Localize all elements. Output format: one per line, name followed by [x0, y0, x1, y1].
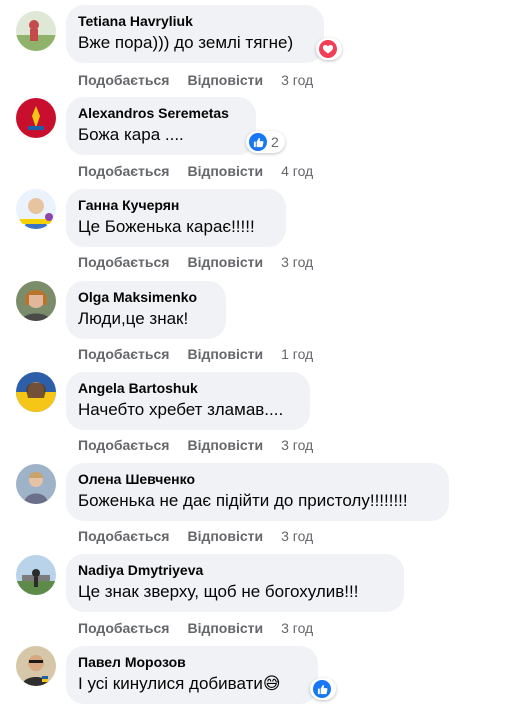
- comment-actions: Подобається Відповісти 3 год: [78, 528, 331, 544]
- timestamp[interactable]: 3 год: [281, 254, 313, 270]
- reply-button[interactable]: Відповісти: [187, 346, 263, 362]
- comment-actions: Подобається Відповісти 1 год: [78, 346, 331, 362]
- comment-bubble: Alexandros Seremetas Божа кара ....: [66, 97, 256, 155]
- like-icon: [249, 133, 267, 151]
- timestamp[interactable]: 3 год: [281, 620, 313, 636]
- comment-author[interactable]: Олена Шевченко: [78, 471, 437, 488]
- like-button[interactable]: Подобається: [78, 437, 169, 453]
- timestamp[interactable]: 1 год: [281, 346, 313, 362]
- reply-button[interactable]: Відповісти: [187, 254, 263, 270]
- reaction-badge[interactable]: [316, 38, 342, 60]
- comment-text: Божа кара ....: [78, 125, 184, 144]
- comment-bubble: Олена Шевченко Боженька не дає підійти д…: [66, 463, 449, 521]
- reply-button[interactable]: Відповісти: [187, 163, 263, 179]
- comment-text: Начебто хребет зламав....: [78, 400, 284, 419]
- comment-text: Це Боженька карає!!!!!: [78, 217, 255, 236]
- comment-author[interactable]: Angela Bartoshuk: [78, 380, 298, 397]
- reaction-badge[interactable]: 2: [246, 131, 285, 153]
- comment-actions: Подобається Відповісти 4 год: [78, 163, 331, 179]
- reply-button[interactable]: Відповісти: [187, 528, 263, 544]
- comment-text: Боженька не дає підійти до пристолу!!!!!…: [78, 491, 408, 510]
- comment-text: І усі кинулися добивати😅: [78, 673, 306, 695]
- reply-button[interactable]: Відповісти: [187, 72, 263, 88]
- comment-actions: Подобається Відповісти 3 год: [78, 254, 331, 270]
- comment-bubble: Tetiana Havryliuk Вже пора))) до землі т…: [66, 5, 324, 63]
- avatar[interactable]: [16, 646, 56, 686]
- comment-text: Це знак зверху, щоб не богохулив!!!: [78, 582, 359, 601]
- timestamp[interactable]: 4 год: [281, 163, 313, 179]
- like-button[interactable]: Подобається: [78, 163, 169, 179]
- like-icon: [313, 680, 331, 698]
- comment-author[interactable]: Alexandros Seremetas: [78, 105, 244, 122]
- comment-bubble: Angela Bartoshuk Начебто хребет зламав..…: [66, 372, 310, 430]
- comment-bubble: Ганна Кучерян Це Боженька карає!!!!!: [66, 189, 286, 247]
- comment-author[interactable]: Olga Maksimenko: [78, 289, 214, 306]
- reaction-count: 2: [271, 134, 279, 150]
- love-icon: [319, 40, 337, 58]
- comment-author[interactable]: Ганна Кучерян: [78, 197, 274, 214]
- like-button[interactable]: Подобається: [78, 528, 169, 544]
- comment-text: Люди,це знак!: [78, 309, 189, 328]
- avatar[interactable]: [16, 372, 56, 412]
- reaction-badge[interactable]: [310, 678, 336, 700]
- comment-author[interactable]: Tetiana Havryliuk: [78, 13, 312, 30]
- reply-button[interactable]: Відповісти: [187, 620, 263, 636]
- comment-bubble: Olga Maksimenko Люди,це знак!: [66, 281, 226, 339]
- reply-button[interactable]: Відповісти: [187, 437, 263, 453]
- avatar[interactable]: [16, 189, 56, 229]
- timestamp[interactable]: 3 год: [281, 528, 313, 544]
- like-button[interactable]: Подобається: [78, 346, 169, 362]
- like-button[interactable]: Подобається: [78, 620, 169, 636]
- avatar[interactable]: [16, 11, 56, 51]
- comment-author[interactable]: Павел Морозов: [78, 654, 306, 671]
- avatar[interactable]: [16, 555, 56, 595]
- comment-actions: Подобається Відповісти 3 год: [78, 72, 331, 88]
- comment-author[interactable]: Nadiya Dmytriyeva: [78, 562, 392, 579]
- like-button[interactable]: Подобається: [78, 254, 169, 270]
- avatar[interactable]: [16, 281, 56, 321]
- comment-text: Вже пора))) до землі тягне): [78, 33, 294, 52]
- comment-actions: Подобається Відповісти 3 год: [78, 437, 331, 453]
- comment-bubble: Павел Морозов І усі кинулися добивати😅: [66, 646, 318, 704]
- like-button[interactable]: Подобається: [78, 72, 169, 88]
- comment-bubble: Nadiya Dmytriyeva Це знак зверху, щоб не…: [66, 554, 404, 612]
- avatar[interactable]: [16, 98, 56, 138]
- comment-text-body: І усі кинулися добивати: [78, 674, 263, 693]
- comment-actions: Подобається Відповісти 3 год: [78, 620, 331, 636]
- avatar[interactable]: [16, 464, 56, 504]
- timestamp[interactable]: 3 год: [281, 72, 313, 88]
- emoji: 😅: [262, 674, 281, 693]
- timestamp[interactable]: 3 год: [281, 437, 313, 453]
